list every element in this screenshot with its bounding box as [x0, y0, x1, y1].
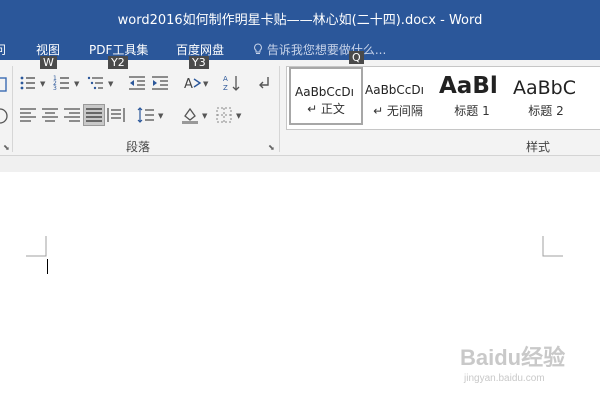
justify-icon[interactable]	[83, 104, 105, 126]
window-title: word2016如何制作明星卡贴——林心如(二十四).docx - Word	[117, 13, 483, 28]
tell-me-placeholder: 告诉我您想要做什么...	[266, 43, 387, 57]
sort-icon[interactable]: AZ	[222, 73, 242, 93]
svg-text:3: 3	[53, 85, 57, 92]
chevron-down-icon[interactable]: ▼	[202, 112, 207, 120]
chevron-down-icon[interactable]: ▼	[203, 80, 208, 88]
borders-icon[interactable]	[214, 105, 234, 125]
style-preview: AaBl	[439, 73, 498, 99]
text-cursor	[47, 259, 48, 274]
tell-me-box[interactable]: 告诉我您想要做什么...	[253, 41, 386, 58]
style-preview: AaBbC	[513, 77, 577, 99]
show-marks-icon[interactable]	[254, 73, 274, 93]
ribbon-tab-bar: 问 视图 PDF工具集 百度网盘 告诉我您想要做什么...	[0, 37, 600, 60]
group-divider	[12, 66, 13, 152]
chevron-down-icon[interactable]: ▼	[158, 112, 163, 120]
launcher-font-icon[interactable]: ⬊	[3, 143, 10, 152]
shading-icon[interactable]	[180, 105, 200, 125]
distributed-icon[interactable]	[106, 105, 126, 125]
style-normal[interactable]: AaBbCcDı ↵ 正文	[289, 67, 363, 125]
bullets-icon[interactable]	[18, 73, 38, 93]
multilevel-list-icon[interactable]	[86, 73, 106, 93]
style-label: ↵ 无间隔	[373, 104, 423, 118]
styles-group-label: 样式	[526, 140, 551, 154]
paragraph-group-label: 段落	[126, 140, 151, 154]
svg-text:A: A	[184, 77, 193, 92]
style-label: 标题 1	[454, 104, 490, 118]
watermark-logo: Baidu经验 jingyan.baidu.com	[460, 335, 580, 385]
align-left-icon[interactable]	[18, 105, 38, 125]
numbering-icon[interactable]: 123	[52, 73, 72, 93]
styles-gallery: AaBbCcDı ↵ 正文 AaBbCcDı ↵ 无间隔 AaBl 标题 1 A…	[286, 66, 600, 130]
chevron-down-icon[interactable]: ▼	[236, 112, 241, 120]
style-heading-2[interactable]: AaBbC 标题 2	[509, 67, 583, 125]
title-bar: word2016如何制作明星卡贴——林心如(二十四).docx - Word	[0, 0, 600, 37]
paste-icon[interactable]	[0, 74, 10, 94]
svg-text:A: A	[223, 75, 228, 83]
increase-indent-icon[interactable]	[150, 73, 170, 93]
chevron-down-icon[interactable]: ▼	[40, 80, 45, 88]
svg-text:Z: Z	[223, 84, 228, 92]
chevron-down-icon[interactable]: ▼	[74, 80, 79, 88]
group-divider	[279, 66, 280, 152]
watermark-sub: jingyan.baidu.com	[463, 373, 545, 384]
line-spacing-icon[interactable]	[136, 105, 156, 125]
tab-review[interactable]: 问	[0, 41, 6, 58]
lightbulb-icon	[254, 43, 262, 54]
keytip-view: W	[40, 56, 57, 69]
launcher-paragraph-icon[interactable]: ⬊	[268, 143, 275, 152]
margin-corner-mark	[542, 236, 563, 257]
margin-corner-mark	[26, 236, 47, 257]
style-label: 标题 2	[528, 104, 564, 118]
style-preview: AaBbCcDı	[365, 83, 424, 97]
center-icon[interactable]	[40, 105, 60, 125]
style-label: ↵ 正文	[307, 102, 345, 116]
keytip-baidu: Y3	[189, 56, 209, 69]
clear-format-icon[interactable]	[0, 106, 10, 126]
watermark-text: Baidu经验	[460, 345, 565, 370]
chevron-down-icon[interactable]: ▼	[108, 80, 113, 88]
keytip-pdf: Y2	[108, 56, 128, 69]
decrease-indent-icon[interactable]	[127, 73, 147, 93]
align-right-icon[interactable]	[62, 105, 82, 125]
style-preview: AaBbCcDı	[295, 85, 354, 99]
style-heading-1[interactable]: AaBl 标题 1	[435, 67, 509, 125]
style-no-spacing[interactable]: AaBbCcDı ↵ 无间隔	[361, 67, 435, 125]
text-direction-icon[interactable]: A	[182, 73, 202, 93]
keytip-tellme: Q	[349, 51, 364, 64]
